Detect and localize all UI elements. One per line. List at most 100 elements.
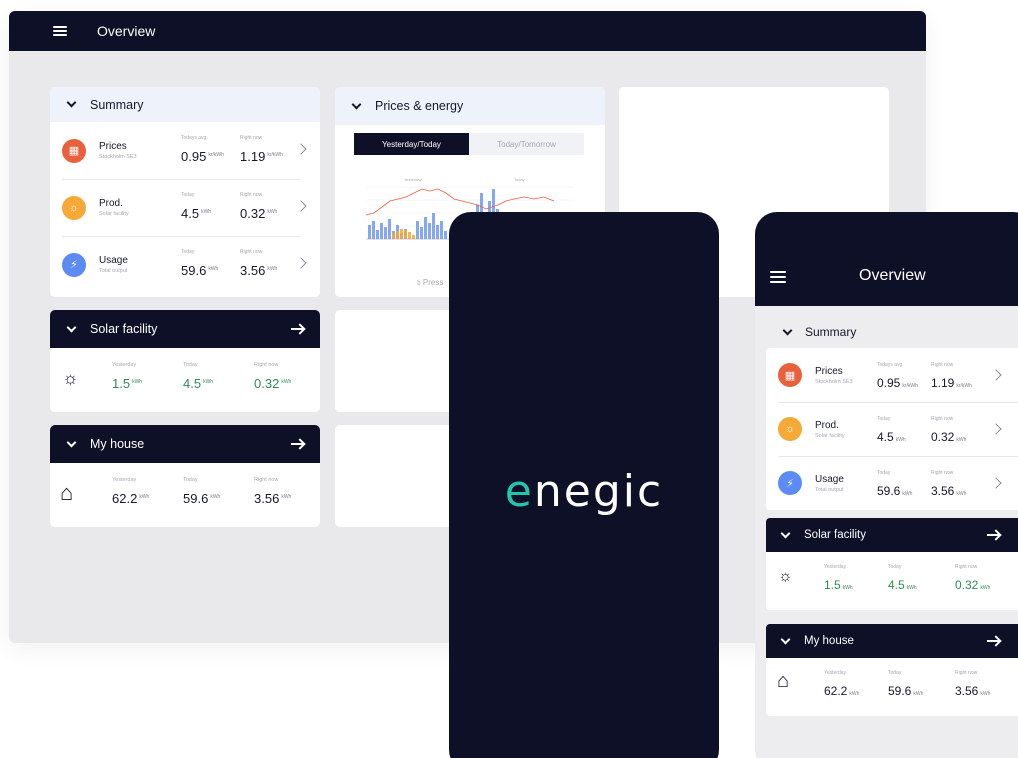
enegic-logo: enegic [504, 466, 664, 517]
wallet-icon: ▦ [62, 138, 86, 163]
row-subtitle: Solar facility [815, 432, 845, 439]
my-house-card: My house ⌂ Yesterday 62.2 kWh Today 59.6 kWh… [50, 425, 320, 527]
caption: Right now [254, 362, 279, 368]
chevron-right-icon [990, 423, 1002, 435]
unit: kWh [913, 691, 924, 697]
prices-energy-header[interactable]: Prices & energy [335, 87, 605, 125]
unit: kr/kWh [267, 152, 283, 158]
unit: kWh [201, 209, 212, 215]
mobile-solar-header[interactable]: Solar facility [766, 518, 1018, 552]
chart-label-today: Today [514, 177, 525, 182]
my-house-header[interactable]: My house [50, 425, 320, 463]
mobile-house-header[interactable]: My house [766, 624, 1018, 658]
splash-phone: enegic [449, 212, 719, 758]
caption: Yesterday [112, 362, 137, 368]
row-title: Usage [99, 255, 128, 266]
caption: Today [888, 670, 902, 676]
value: 0.95 [877, 376, 901, 390]
caption: Right now [955, 670, 978, 676]
value: 0.32 [254, 376, 280, 391]
mobile-summary-title: Summary [805, 325, 857, 339]
unit: kWh [980, 691, 991, 697]
chevron-down-icon [66, 437, 77, 447]
solar-facility-card: Solar facility ☼ Yesterday 1.5 kWh Today 4.… [50, 310, 320, 412]
value: 1.19 [931, 376, 955, 390]
unit: kWh [980, 585, 991, 591]
summary-row-usage[interactable]: ⚡ Usage Total output Today 59.6 kWh Right n… [50, 236, 320, 293]
unit: kWh [906, 585, 917, 591]
chart-footer: 𝔥 Press [417, 278, 443, 288]
summary-row-prod[interactable]: ☼ Prod. Solar facility Today 4.5 kWh Right … [766, 402, 1018, 456]
caption: Right now [955, 564, 978, 570]
tab-yesterday-today[interactable]: Yesterday/Today [354, 133, 469, 155]
hamburger-menu-icon[interactable] [53, 26, 67, 36]
row-subtitle: Stockholm SE3 [99, 154, 137, 160]
solar-panel-icon: ☼ [778, 417, 802, 441]
my-house-title: My house [90, 437, 145, 451]
value: 1.5 [824, 578, 841, 592]
caption: Today [183, 477, 198, 483]
mobile-phone: Overview Summary ▦ Prices Stockholm SE3 T… [755, 212, 1018, 758]
arrow-right-icon[interactable] [987, 635, 1000, 647]
mobile-summary-header[interactable]: Summary [766, 316, 1018, 348]
mobile-top-bar: Overview [755, 212, 1018, 306]
chevron-right-icon [295, 257, 307, 269]
unit: kWh [267, 266, 278, 272]
caption: Right now [240, 192, 263, 198]
summary-card: Summary ▦ Prices Stockholm SE3 Todays avg… [50, 87, 320, 297]
value: 59.6 [877, 484, 901, 498]
row-subtitle: Solar facility [99, 211, 129, 217]
unit: kr/kWh [956, 383, 972, 389]
value: 1.19 [240, 149, 266, 164]
value: 4.5 [183, 376, 202, 391]
summary-header[interactable]: Summary [50, 87, 320, 122]
value: 0.32 [955, 578, 979, 592]
unit: kWh [956, 491, 967, 497]
summary-row-prod[interactable]: ☼ Prod. Solar facility Today 4.5 kWh Right … [50, 179, 320, 236]
hamburger-menu-icon[interactable] [770, 271, 786, 283]
mobile-house-title: My house [804, 635, 854, 647]
mobile-solar-card: Solar facility ☼ Yesterday 1.5 kWh Today 4.… [766, 518, 1018, 610]
unit: kWh [281, 379, 292, 385]
tibber-logo-icon: 𝔥 [417, 278, 421, 287]
caption: Todays avg [877, 362, 903, 368]
caption: Todays avg. [181, 135, 208, 141]
unit: kWh [842, 585, 853, 591]
solar-facility-header[interactable]: Solar facility [50, 310, 320, 348]
chevron-right-icon [990, 477, 1002, 489]
value: 62.2 [824, 684, 848, 698]
top-bar: Overview [9, 11, 926, 51]
caption: Right now [240, 135, 263, 141]
house-icon: ⌂ [60, 480, 74, 505]
unit: kWh [849, 691, 860, 697]
unit: kWh [210, 494, 221, 500]
arrow-right-icon[interactable] [291, 323, 304, 335]
row-title: Usage [815, 473, 844, 485]
solar-panel-icon: ☼ [778, 568, 793, 585]
caption: Yesterday [824, 670, 847, 676]
chevron-right-icon [990, 369, 1002, 381]
chevron-down-icon [66, 322, 77, 332]
caption: Right now [931, 416, 954, 422]
summary-row-prices[interactable]: ▦ Prices Stockholm SE3 Todays avg. 0.95 kr/… [50, 122, 320, 179]
unit: kWh [895, 437, 906, 443]
summary-row-prices[interactable]: ▦ Prices Stockholm SE3 Todays avg 0.95 kr/k… [766, 348, 1018, 402]
unit: kWh [281, 494, 292, 500]
period-tabs: Yesterday/Today Today/Tomorrow [354, 133, 584, 155]
chevron-down-icon [780, 528, 791, 538]
caption: Right now [931, 362, 954, 368]
tab-today-tomorrow[interactable]: Today/Tomorrow [469, 133, 584, 155]
page-title: Overview [97, 23, 156, 39]
arrow-right-icon[interactable] [291, 438, 304, 450]
value: 3.56 [240, 263, 266, 278]
arrow-right-icon[interactable] [987, 529, 1000, 541]
value: 59.6 [888, 684, 912, 698]
chart-label-yesterday: Yesterday [404, 177, 422, 182]
summary-title: Summary [90, 97, 144, 112]
lightning-icon: ⚡ [62, 252, 86, 277]
caption: Today [877, 470, 891, 476]
value: 4.5 [888, 578, 905, 592]
caption: Right now [240, 249, 263, 255]
solar-facility-title: Solar facility [90, 322, 158, 336]
summary-row-usage[interactable]: ⚡ Usage Total output Today 59.6 kWh Right n… [766, 456, 1018, 510]
